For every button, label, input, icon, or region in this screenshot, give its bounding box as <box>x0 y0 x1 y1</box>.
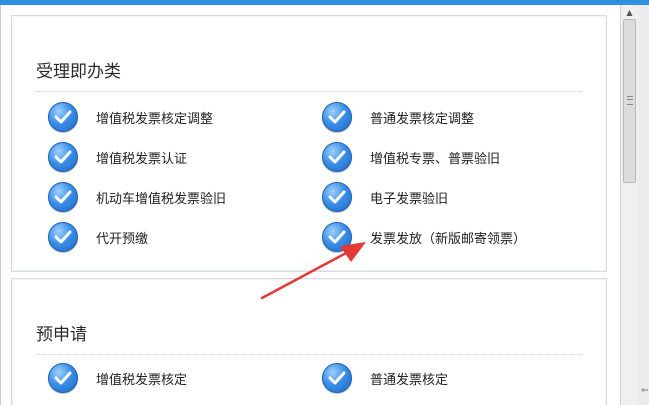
check-circle-icon <box>322 102 352 132</box>
section-panel-instant: 受理即办类 增值税发票核定调整 普通发票核定调整 增值税发票认证 增值税专票、普… <box>11 15 607 272</box>
service-item[interactable]: 机动车增值税发票验旧 <box>48 182 226 212</box>
service-item[interactable]: 增值税发票认证 <box>48 142 187 172</box>
scroll-up-icon[interactable]: ▲ <box>621 5 638 20</box>
service-item[interactable]: 增值税发票核定调整 <box>48 102 213 132</box>
resize-corner-icon: ⇐ <box>641 386 649 396</box>
check-circle-icon <box>48 363 78 393</box>
section-divider <box>36 91 582 92</box>
check-circle-icon <box>322 222 352 252</box>
service-item[interactable]: 电子发票验旧 <box>322 182 448 212</box>
service-item-label: 增值税发票核定 <box>96 372 188 388</box>
check-circle-icon <box>322 182 352 212</box>
section-title: 预申请 <box>36 325 87 345</box>
service-item[interactable]: 普通发票核定调整 <box>322 102 474 132</box>
check-circle-icon <box>48 142 78 172</box>
service-item[interactable]: 增值税发票核定 <box>48 363 187 393</box>
service-item-invoice-issuance[interactable]: 发票发放（新版邮寄领票） <box>322 222 526 252</box>
service-item-label: 普通发票核定调整 <box>370 111 475 127</box>
service-item-label: 机动车增值税发票验旧 <box>96 191 227 207</box>
service-item[interactable]: 代开预缴 <box>48 222 148 252</box>
content-viewport: 受理即办类 增值税发票核定调整 普通发票核定调整 增值税发票认证 增值税专票、普… <box>0 5 621 405</box>
window-edge <box>638 5 649 405</box>
section-panel-pre-application: 预申请 增值税发票核定 普通发票核定 <box>11 278 607 405</box>
section-divider <box>36 354 582 355</box>
service-item-label: 增值税发票认证 <box>96 151 188 167</box>
check-circle-icon <box>48 182 78 212</box>
service-item-label: 增值税专票、普票验旧 <box>370 151 501 167</box>
service-item[interactable]: 普通发票核定 <box>322 363 448 393</box>
vertical-scrollbar[interactable]: ▲ <box>620 5 638 405</box>
service-item[interactable]: 增值税专票、普票验旧 <box>322 142 500 172</box>
service-item-label: 电子发票验旧 <box>370 191 449 207</box>
check-circle-icon <box>322 363 352 393</box>
service-item-label: 普通发票核定 <box>370 372 449 388</box>
service-item-label: 代开预缴 <box>96 231 149 247</box>
check-circle-icon <box>48 102 78 132</box>
scrollbar-thumb[interactable] <box>623 19 636 183</box>
section-title: 受理即办类 <box>36 62 121 82</box>
check-circle-icon <box>322 142 352 172</box>
service-item-label: 增值税发票核定调整 <box>96 111 214 127</box>
grip-icon <box>627 96 633 105</box>
check-circle-icon <box>48 222 78 252</box>
service-item-label: 发票发放（新版邮寄领票） <box>370 231 527 247</box>
